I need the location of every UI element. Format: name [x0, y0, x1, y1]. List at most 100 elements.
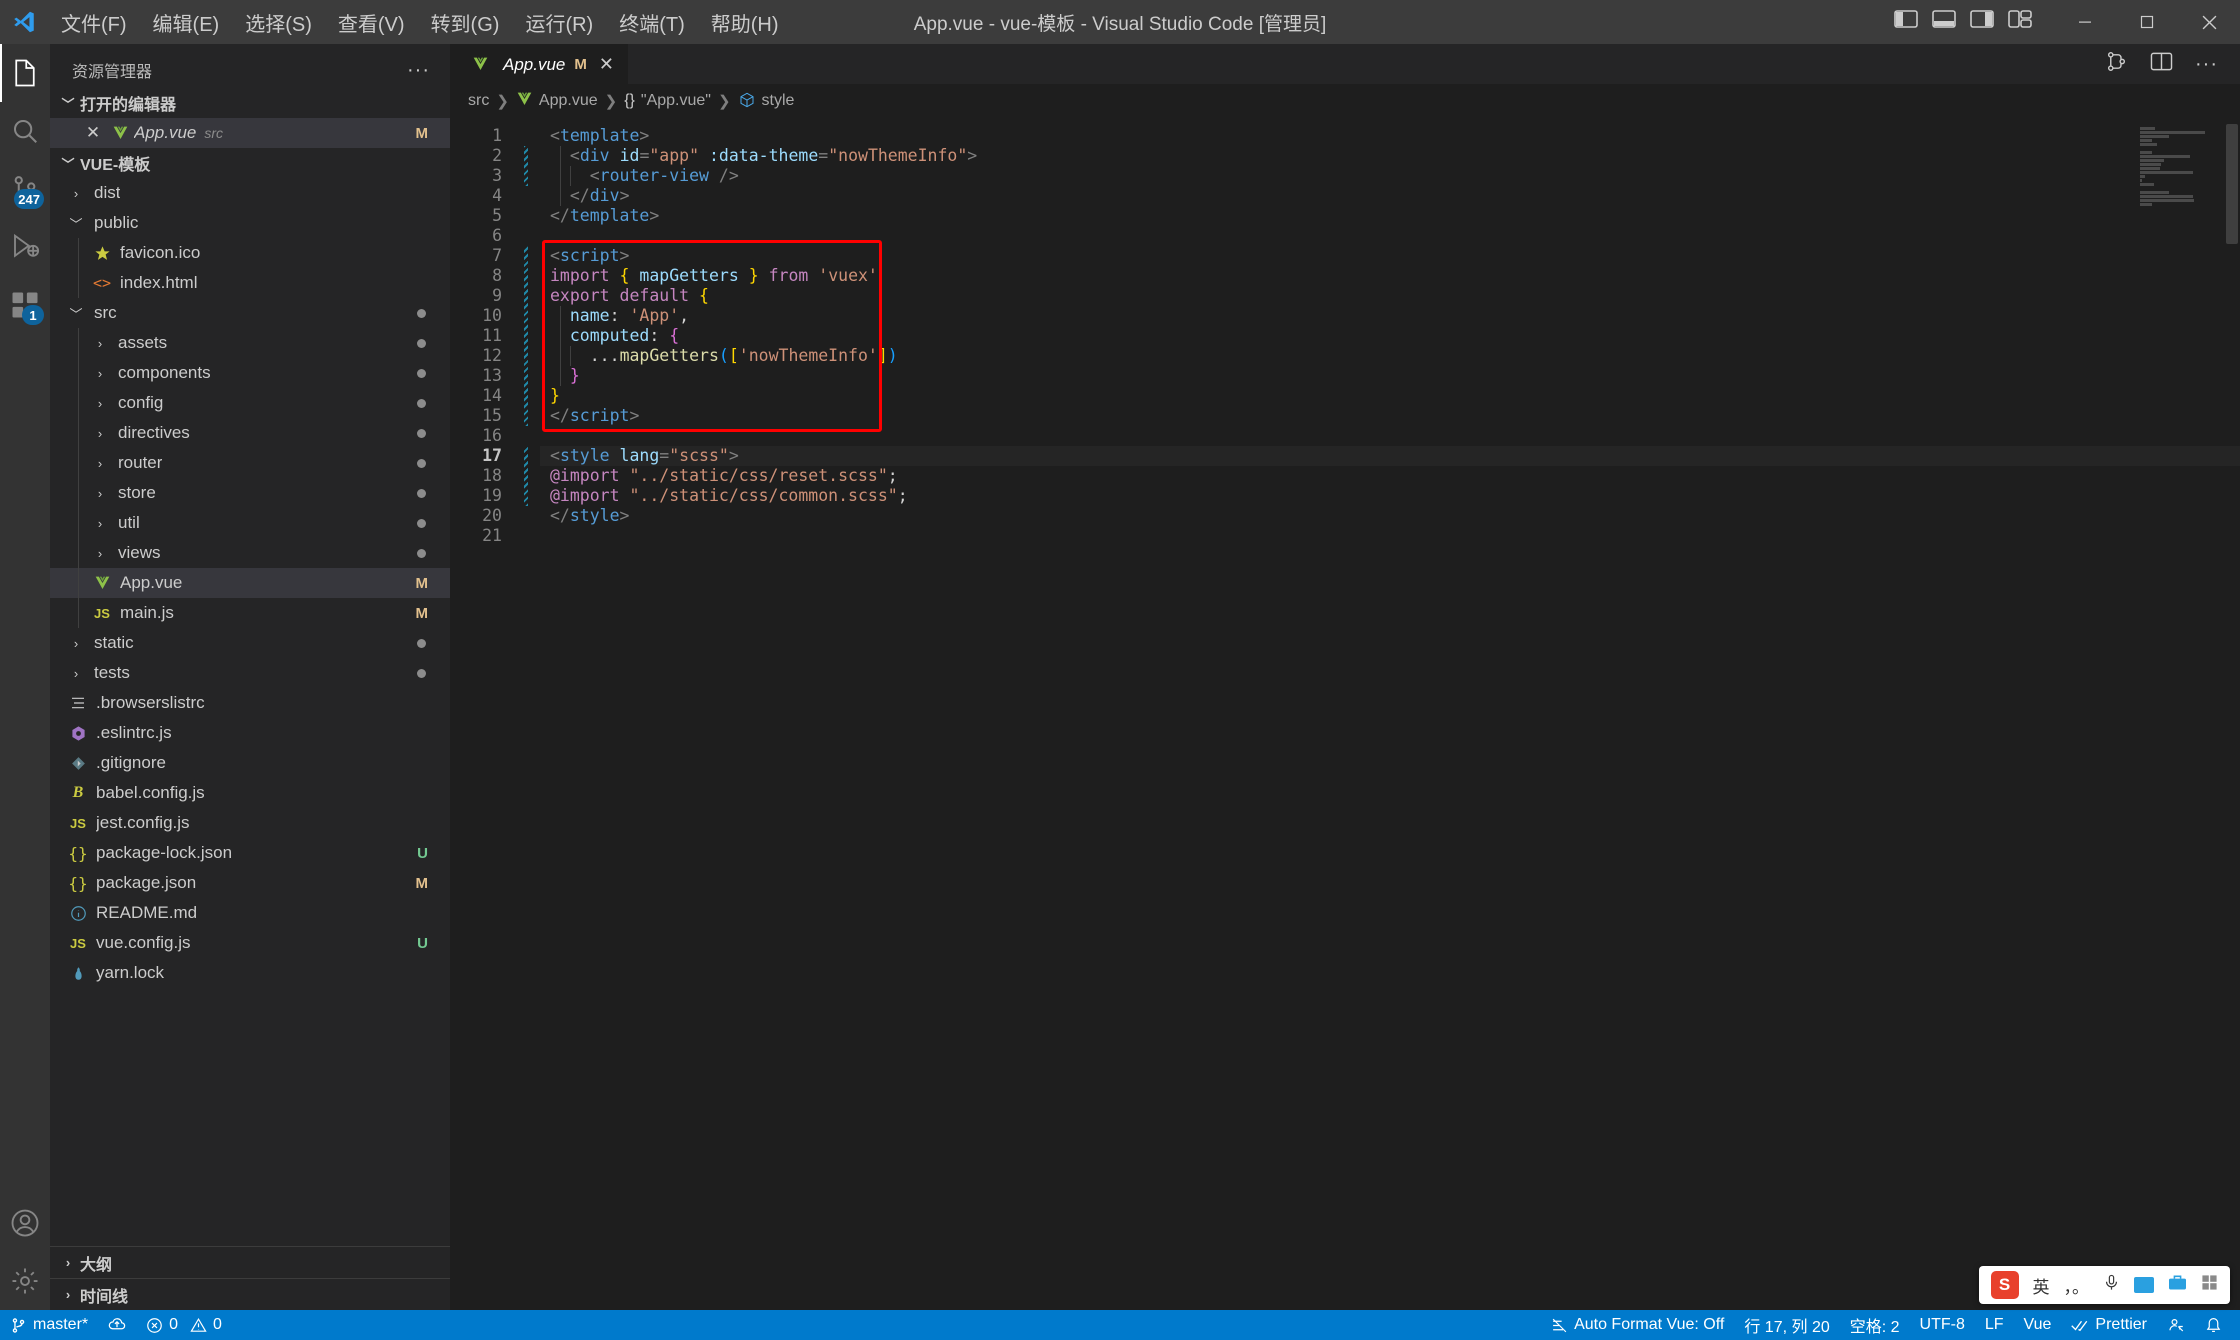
code-line[interactable]: }	[540, 386, 2240, 406]
status-eol[interactable]: LF	[1975, 1310, 2014, 1340]
status-cursor-position[interactable]: 行 17, 列 20	[1734, 1310, 1839, 1340]
sidebar-item-source-control[interactable]: 247	[0, 160, 50, 218]
more-actions-icon[interactable]: ···	[2195, 53, 2218, 76]
status-encoding[interactable]: UTF-8	[1910, 1310, 1975, 1340]
menu-view[interactable]: 查看(V)	[325, 4, 418, 41]
outline-panel[interactable]: › 大纲	[50, 1246, 450, 1278]
tree-item-favicon-ico[interactable]: favicon.ico	[50, 238, 450, 268]
breadcrumb-item-style[interactable]: style	[738, 92, 795, 110]
sidebar-item-run-debug[interactable]	[0, 218, 50, 276]
menu-selection[interactable]: 选择(S)	[232, 4, 325, 41]
tree-item-index-html[interactable]: <>index.html	[50, 268, 450, 298]
breadcrumb[interactable]: src ❯ App.vue ❯ {} "App.vue" ❯	[450, 84, 2240, 118]
sidebar-item-explorer[interactable]	[0, 44, 50, 102]
breadcrumb-item-symbol[interactable]: {} "App.vue"	[624, 92, 711, 110]
gear-icon[interactable]	[0, 1252, 50, 1310]
code-line[interactable]: <router-view />	[540, 166, 2240, 186]
toolbox-icon[interactable]	[2168, 1274, 2187, 1296]
menu-run[interactable]: 运行(R)	[512, 4, 606, 41]
minimize-button[interactable]	[2054, 0, 2116, 44]
tree-item--gitignore[interactable]: .gitignore	[50, 748, 450, 778]
code-line[interactable]: import { mapGetters } from 'vuex'	[540, 266, 2240, 286]
ime-toolbar[interactable]: S 英 ，。	[1979, 1266, 2231, 1304]
code-line[interactable]: <div id="app" :data-theme="nowThemeInfo"…	[540, 146, 2240, 166]
fold-decorations[interactable]	[518, 118, 540, 1310]
status-branch[interactable]: master*	[0, 1310, 98, 1340]
status-prettier[interactable]: Prettier	[2061, 1310, 2157, 1340]
tree-item-config[interactable]: ›config	[50, 388, 450, 418]
tree-item-components[interactable]: ›components	[50, 358, 450, 388]
code-line[interactable]: <script>	[540, 246, 2240, 266]
toggle-primary-sidebar-icon[interactable]	[1894, 9, 1918, 35]
status-notifications[interactable]	[2195, 1310, 2232, 1340]
code-editor[interactable]: 123456789101112131415161718192021 <templ…	[450, 118, 2240, 1310]
menu-edit[interactable]: 编辑(E)	[140, 4, 233, 41]
tree-item-assets[interactable]: ›assets	[50, 328, 450, 358]
menu-bar[interactable]: 文件(F) 编辑(E) 选择(S) 查看(V) 转到(G) 运行(R) 终端(T…	[48, 4, 792, 41]
tree-item--eslintrc-js[interactable]: .eslintrc.js	[50, 718, 450, 748]
tab-app-vue[interactable]: App.vue M ✕	[450, 44, 628, 84]
split-editor-icon[interactable]	[2105, 51, 2128, 77]
menu-terminal[interactable]: 终端(T)	[606, 4, 698, 41]
fold-region-indicator[interactable]	[524, 446, 528, 506]
code-line[interactable]: <template>	[540, 126, 2240, 146]
status-problems[interactable]: 0 0	[136, 1310, 232, 1340]
code-line[interactable]: @import "../static/css/common.scss";	[540, 486, 2240, 506]
ime-punctuation[interactable]: ，。	[2064, 1273, 2090, 1298]
code-line[interactable]: export default {	[540, 286, 2240, 306]
code-line[interactable]: @import "../static/css/reset.scss";	[540, 466, 2240, 486]
breadcrumb-item-src[interactable]: src	[468, 92, 489, 110]
tree-item-dist[interactable]: ›dist	[50, 178, 450, 208]
code-line[interactable]: </style>	[540, 506, 2240, 526]
tree-item-src[interactable]: ﹀src	[50, 298, 450, 328]
fold-region-indicator[interactable]	[524, 246, 528, 426]
close-icon[interactable]: ✕	[599, 54, 614, 75]
tree-item-app-vue[interactable]: App.vueM	[50, 568, 450, 598]
status-sync[interactable]	[98, 1310, 136, 1340]
tree-item-util[interactable]: ›util	[50, 508, 450, 538]
scrollbar-thumb[interactable]	[2226, 124, 2238, 244]
status-language-mode[interactable]: Vue	[2014, 1310, 2062, 1340]
tree-item-router[interactable]: ›router	[50, 448, 450, 478]
tree-item-package-lock-json[interactable]: {}package-lock.jsonU	[50, 838, 450, 868]
tree-item-package-json[interactable]: {}package.jsonM	[50, 868, 450, 898]
code-line[interactable]: <style lang="scss">	[540, 446, 2240, 466]
tree-item--browserslistrc[interactable]: .browserslistrc	[50, 688, 450, 718]
menu-go[interactable]: 转到(G)	[418, 4, 513, 41]
tree-item-jest-config-js[interactable]: JSjest.config.js	[50, 808, 450, 838]
code-line[interactable]	[540, 226, 2240, 246]
code-line[interactable]: computed: {	[540, 326, 2240, 346]
code-line[interactable]: name: 'App',	[540, 306, 2240, 326]
close-button[interactable]	[2178, 0, 2240, 44]
layout-icon[interactable]	[2150, 51, 2173, 77]
keyboard-icon[interactable]	[2134, 1277, 2154, 1293]
status-remote[interactable]	[2157, 1310, 2195, 1340]
sogou-logo-icon[interactable]: S	[1991, 1271, 2019, 1299]
tree-item-public[interactable]: ﹀public	[50, 208, 450, 238]
tree-item-store[interactable]: ›store	[50, 478, 450, 508]
breadcrumb-item-appvue[interactable]: App.vue	[516, 92, 598, 110]
tree-item-vue-config-js[interactable]: JSvue.config.jsU	[50, 928, 450, 958]
open-editor-item-appvue[interactable]: ✕ App.vue src M	[50, 118, 450, 148]
sidebar-item-search[interactable]	[0, 102, 50, 160]
ime-mode[interactable]: 英	[2033, 1273, 2050, 1298]
customize-layout-icon[interactable]	[2008, 9, 2032, 35]
menu-file[interactable]: 文件(F)	[48, 4, 140, 41]
tree-item-views[interactable]: ›views	[50, 538, 450, 568]
mic-icon[interactable]	[2103, 1273, 2120, 1297]
tree-item-static[interactable]: ›static	[50, 628, 450, 658]
project-section-header[interactable]: ﹀ VUE-模板	[50, 148, 450, 178]
code-line[interactable]: </div>	[540, 186, 2240, 206]
menu-help[interactable]: 帮助(H)	[698, 4, 792, 41]
tree-item-babel-config-js[interactable]: Bbabel.config.js	[50, 778, 450, 808]
code-line[interactable]	[540, 426, 2240, 446]
code-line[interactable]: </script>	[540, 406, 2240, 426]
tree-item-readme-md[interactable]: README.md	[50, 898, 450, 928]
code-content[interactable]: <template> <div id="app" :data-theme="no…	[540, 118, 2240, 1310]
toggle-panel-icon[interactable]	[1932, 9, 1956, 35]
tree-item-main-js[interactable]: JSmain.jsM	[50, 598, 450, 628]
code-line[interactable]: ...mapGetters(['nowThemeInfo'])	[540, 346, 2240, 366]
account-icon[interactable]	[0, 1194, 50, 1252]
tree-item-yarn-lock[interactable]: yarn.lock	[50, 958, 450, 988]
code-line[interactable]: }	[540, 366, 2240, 386]
